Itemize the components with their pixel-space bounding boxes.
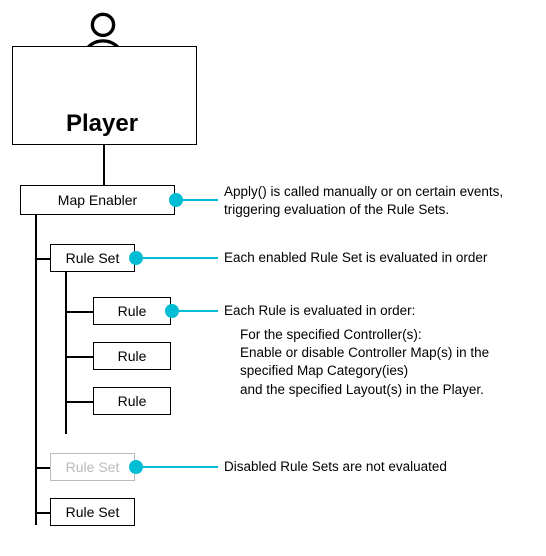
rule-label: Rule	[118, 348, 147, 364]
rule-set-box: Rule Set	[50, 498, 135, 526]
rule-set-box: Rule Set	[50, 244, 135, 272]
rule-box: Rule	[93, 387, 171, 415]
rule-set-disabled-label: Rule Set	[66, 459, 120, 475]
rule-desc-heading: Each Rule is evaluated in order:	[224, 302, 415, 320]
rule-set-disabled-box: Rule Set	[50, 453, 135, 481]
tree-branch	[35, 467, 50, 469]
rule-label: Rule	[118, 303, 147, 319]
tree-trunk	[35, 215, 37, 525]
rule-box: Rule	[93, 297, 171, 325]
leader-line	[179, 310, 218, 312]
tree-branch	[35, 258, 50, 260]
connector-line	[103, 145, 105, 185]
rule-set-label: Rule Set	[66, 250, 120, 266]
rule-set-desc: Each enabled Rule Set is evaluated in or…	[224, 249, 524, 267]
leader-dot	[169, 193, 183, 207]
tree-branch	[65, 401, 93, 403]
tree-branch	[65, 356, 93, 358]
rule-label: Rule	[118, 393, 147, 409]
map-enabler-label: Map Enabler	[58, 192, 137, 208]
leader-dot	[165, 304, 179, 318]
leader-line	[143, 466, 218, 468]
rule-set-disabled-desc: Disabled Rule Sets are not evaluated	[224, 458, 524, 476]
rule-box: Rule	[93, 342, 171, 370]
tree-branch	[35, 512, 50, 514]
leader-line	[143, 257, 218, 259]
rule-desc-body: For the specified Controller(s): Enable …	[240, 326, 530, 399]
map-enabler-box: Map Enabler	[20, 185, 175, 215]
rule-set-label: Rule Set	[66, 504, 120, 520]
leader-line	[183, 199, 218, 201]
tree-trunk	[65, 272, 67, 434]
player-label: Player	[66, 110, 138, 138]
map-enabler-desc: Apply() is called manually or on certain…	[224, 183, 524, 219]
leader-dot	[129, 251, 143, 265]
tree-branch	[65, 311, 93, 313]
leader-dot	[129, 460, 143, 474]
